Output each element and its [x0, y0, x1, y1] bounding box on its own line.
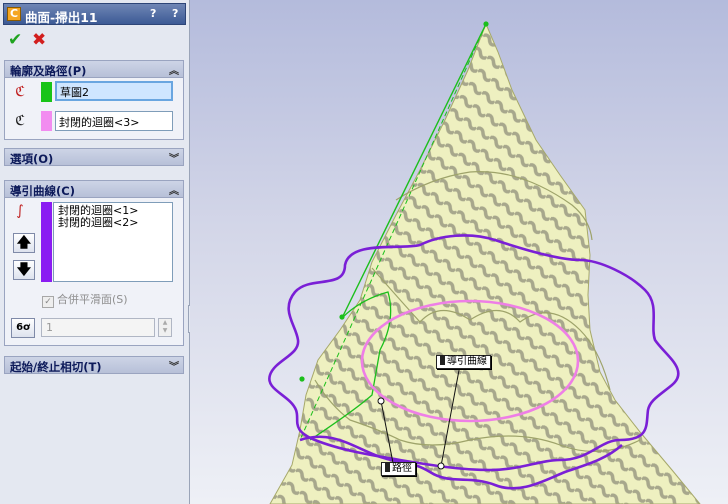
section-number-spinbox[interactable]: 1 [41, 318, 155, 337]
graphics-viewport[interactable]: 導引曲線 路徑 [190, 0, 728, 504]
guide-curves-list[interactable]: 封閉的迴圈<1> 封閉的迴圈<2> [53, 202, 173, 282]
guide-curve-icon: ∫ [16, 203, 24, 219]
section-title: 起始/終止相切(T) [10, 360, 102, 374]
path-selection-field[interactable]: 封閉的迴圈<3> [55, 111, 173, 131]
profile-sketch-icon: ℭ [15, 84, 25, 100]
section-header-options[interactable]: 選項(O) ︾ [4, 148, 184, 166]
section-header-guide-curves[interactable]: 導引曲線(C) ︽ [4, 180, 184, 198]
move-down-button[interactable]: 🡇 [13, 260, 35, 280]
callout-label: 路徑 [392, 463, 412, 474]
guide-color-swatch [41, 202, 52, 282]
section-title: 輪廓及路徑(P) [10, 64, 87, 78]
model-graphics [268, 21, 701, 504]
sweep-surface-icon: C [7, 7, 21, 21]
cancel-button[interactable]: ✖ [32, 30, 48, 50]
ok-button[interactable]: ✔ [8, 30, 24, 50]
section-title: 選項(O) [10, 152, 54, 166]
sketch-endpoint[interactable] [339, 314, 345, 320]
guide-curve-callout[interactable]: 導引曲線 [436, 355, 491, 369]
section-body-guide-curves: ∫ 封閉的迴圈<1> 封閉的迴圈<2> 🡅 🡇 ✓ 合併平滑面(S) 6ơ 1 ▲… [4, 198, 184, 346]
feature-title: 曲面-掃出11 [25, 10, 98, 25]
sketch-endpoint[interactable] [483, 21, 489, 27]
checkbox-label: 合併平滑面(S) [57, 293, 128, 306]
show-sections-button[interactable]: 6ơ [11, 318, 35, 338]
section-title: 導引曲線(C) [10, 184, 75, 198]
callout-label: 導引曲線 [447, 356, 487, 367]
move-up-button[interactable]: 🡅 [13, 233, 35, 253]
merge-smooth-checkbox[interactable]: ✓ 合併平滑面(S) [42, 291, 128, 308]
property-manager-panel: C 曲面-掃出11 ? ? ✔ ✖ 輪廓及路徑(P) ︽ ℭ 草圖2 ℭ 封閉的… [0, 0, 190, 504]
callout-anchor[interactable] [377, 397, 385, 405]
callout-tag-icon [385, 463, 390, 472]
chevron-up-icon[interactable]: ︽ [169, 62, 179, 77]
callout-tag-icon [440, 356, 445, 365]
help-button[interactable]: ? [172, 7, 178, 20]
section-body-profile-path: ℭ 草圖2 ℭ 封閉的迴圈<3> [4, 78, 184, 140]
section-header-start-end-tangency[interactable]: 起始/終止相切(T) ︾ [4, 356, 184, 374]
callout-anchor[interactable] [437, 462, 445, 470]
checkbox-box[interactable]: ✓ [42, 296, 54, 308]
chevron-down-icon[interactable]: ︾ [169, 150, 179, 165]
profile-color-swatch [41, 82, 52, 102]
path-color-swatch [41, 111, 52, 131]
section-header-profile-path[interactable]: 輪廓及路徑(P) ︽ [4, 60, 184, 78]
swept-surface[interactable] [269, 22, 701, 504]
path-sketch-icon: ℭ [15, 113, 25, 129]
chevron-up-icon[interactable]: ︽ [169, 182, 179, 197]
feature-title-bar: C 曲面-掃出11 ? ? [3, 3, 186, 25]
profile-selection-field[interactable]: 草圖2 [55, 81, 173, 101]
path-callout[interactable]: 路徑 [381, 462, 416, 476]
list-item[interactable]: 封閉的迴圈<2> [58, 217, 168, 229]
spinbox-arrows[interactable]: ▲ ▼ [158, 318, 172, 337]
help-pin-button[interactable]: ? [150, 7, 156, 20]
chevron-down-icon[interactable]: ︾ [169, 358, 179, 373]
sketch-endpoint[interactable] [299, 376, 305, 382]
